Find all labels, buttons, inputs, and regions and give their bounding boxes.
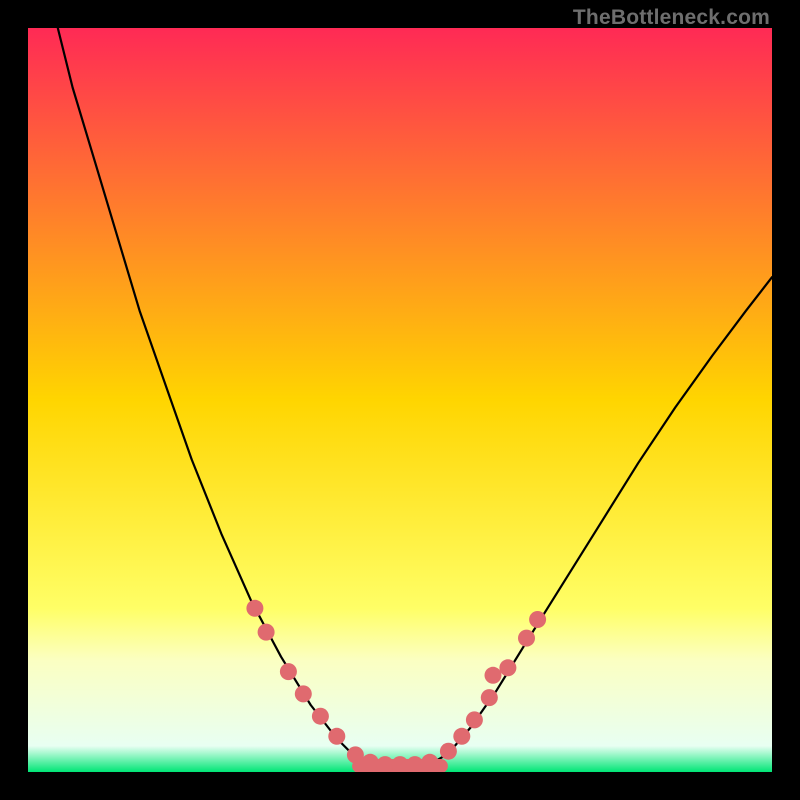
plot-background [28,28,772,772]
data-dot [453,728,470,745]
data-dot [328,728,345,745]
data-dot [258,624,275,641]
data-dot [499,659,516,676]
data-dot [481,689,498,706]
data-dot [312,708,329,725]
data-dot [295,685,312,702]
data-dot [529,611,546,628]
data-dot [421,754,438,771]
data-dot [440,743,457,760]
plot-area [28,28,772,772]
data-dot [246,600,263,617]
data-dot [362,754,379,771]
data-dot [347,746,364,763]
chart-svg [28,28,772,772]
watermark-label: TheBottleneck.com [573,6,770,30]
data-dot [280,663,297,680]
data-dot [466,711,483,728]
data-dot [518,630,535,647]
chart-frame: TheBottleneck.com [0,0,800,800]
data-dot [485,667,502,684]
